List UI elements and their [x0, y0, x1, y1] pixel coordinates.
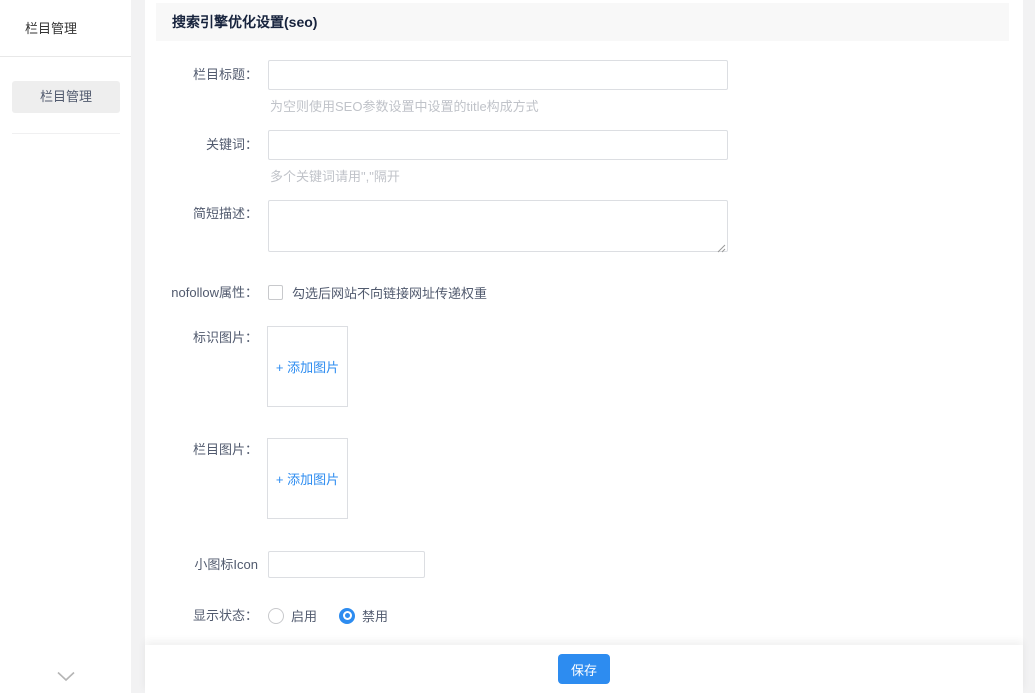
sidebar-item-column-management[interactable]: 栏目管理 — [12, 81, 120, 113]
scrollbar-track[interactable] — [1023, 0, 1035, 693]
sidebar-divider — [12, 133, 120, 134]
column-title-input[interactable] — [268, 60, 728, 90]
column-image-upload-box[interactable]: + 添加图片 — [267, 438, 348, 519]
form-row-logo-image: 标识图片： + 添加图片 — [145, 326, 1023, 407]
form-row-display-status: 显示状态： 启用 禁用 — [145, 607, 1023, 624]
form-row-keywords: 关键词： — [145, 130, 1023, 160]
radio-selected-icon — [339, 607, 356, 624]
small-icon-label: 小图标Icon — [194, 557, 258, 572]
radio-option-enable[interactable]: 启用 — [268, 606, 317, 625]
column-title-hint: 为空则使用SEO参数设置中设置的title构成方式 — [270, 99, 539, 114]
main-panel: 搜索引擎优化设置(seo) 栏目标题： 为空则使用SEO参数设置中设置的titl… — [145, 0, 1023, 693]
add-image-button[interactable]: + 添加图片 — [276, 469, 339, 488]
add-image-button[interactable]: + 添加图片 — [276, 357, 339, 376]
sidebar-title: 栏目管理 — [0, 0, 131, 57]
form-row-small-icon: 小图标Icon — [145, 551, 1023, 578]
sidebar-gutter — [131, 0, 145, 693]
nofollow-label: nofollow属性： — [171, 285, 258, 300]
description-label: 简短描述： — [192, 206, 258, 221]
logo-image-label: 标识图片： — [192, 330, 258, 345]
nofollow-checkbox[interactable] — [268, 285, 283, 300]
save-button[interactable]: 保存 — [557, 654, 610, 684]
nofollow-checkbox-label: 勾选后网站不向链接网址传递权重 — [292, 286, 488, 301]
sidebar-item-label: 栏目管理 — [39, 89, 92, 104]
keywords-input[interactable] — [268, 130, 728, 160]
sidebar: 栏目管理 栏目管理 — [0, 0, 131, 693]
radio-option-label: 禁用 — [362, 609, 389, 624]
radio-option-label: 启用 — [291, 609, 318, 624]
radio-unselected-icon — [268, 607, 284, 624]
description-textarea[interactable] — [268, 200, 728, 252]
column-title-label: 栏目标题： — [192, 67, 258, 82]
form-row-nofollow: nofollow属性： 勾选后网站不向链接网址传递权重 — [145, 284, 1023, 301]
form-row-description: 简短描述： — [145, 200, 1023, 253]
chevron-down-icon — [56, 670, 76, 685]
keywords-label: 关键词： — [205, 137, 258, 152]
form-footer: 保存 — [145, 645, 1023, 693]
form-row-column-title: 栏目标题： — [145, 60, 1023, 90]
form-row-column-image: 栏目图片： + 添加图片 — [145, 438, 1023, 519]
keywords-hint: 多个关键词请用","隔开 — [270, 169, 400, 184]
page-title: 搜索引擎优化设置(seo) — [156, 3, 1009, 41]
resize-handle-icon[interactable] — [717, 241, 726, 253]
sidebar-collapse-button[interactable] — [0, 670, 131, 685]
radio-option-disable[interactable]: 禁用 — [339, 606, 388, 625]
small-icon-input[interactable] — [268, 551, 425, 578]
logo-image-upload-box[interactable]: + 添加图片 — [267, 326, 348, 407]
display-status-label: 显示状态： — [192, 608, 258, 623]
column-image-label: 栏目图片： — [192, 442, 258, 457]
